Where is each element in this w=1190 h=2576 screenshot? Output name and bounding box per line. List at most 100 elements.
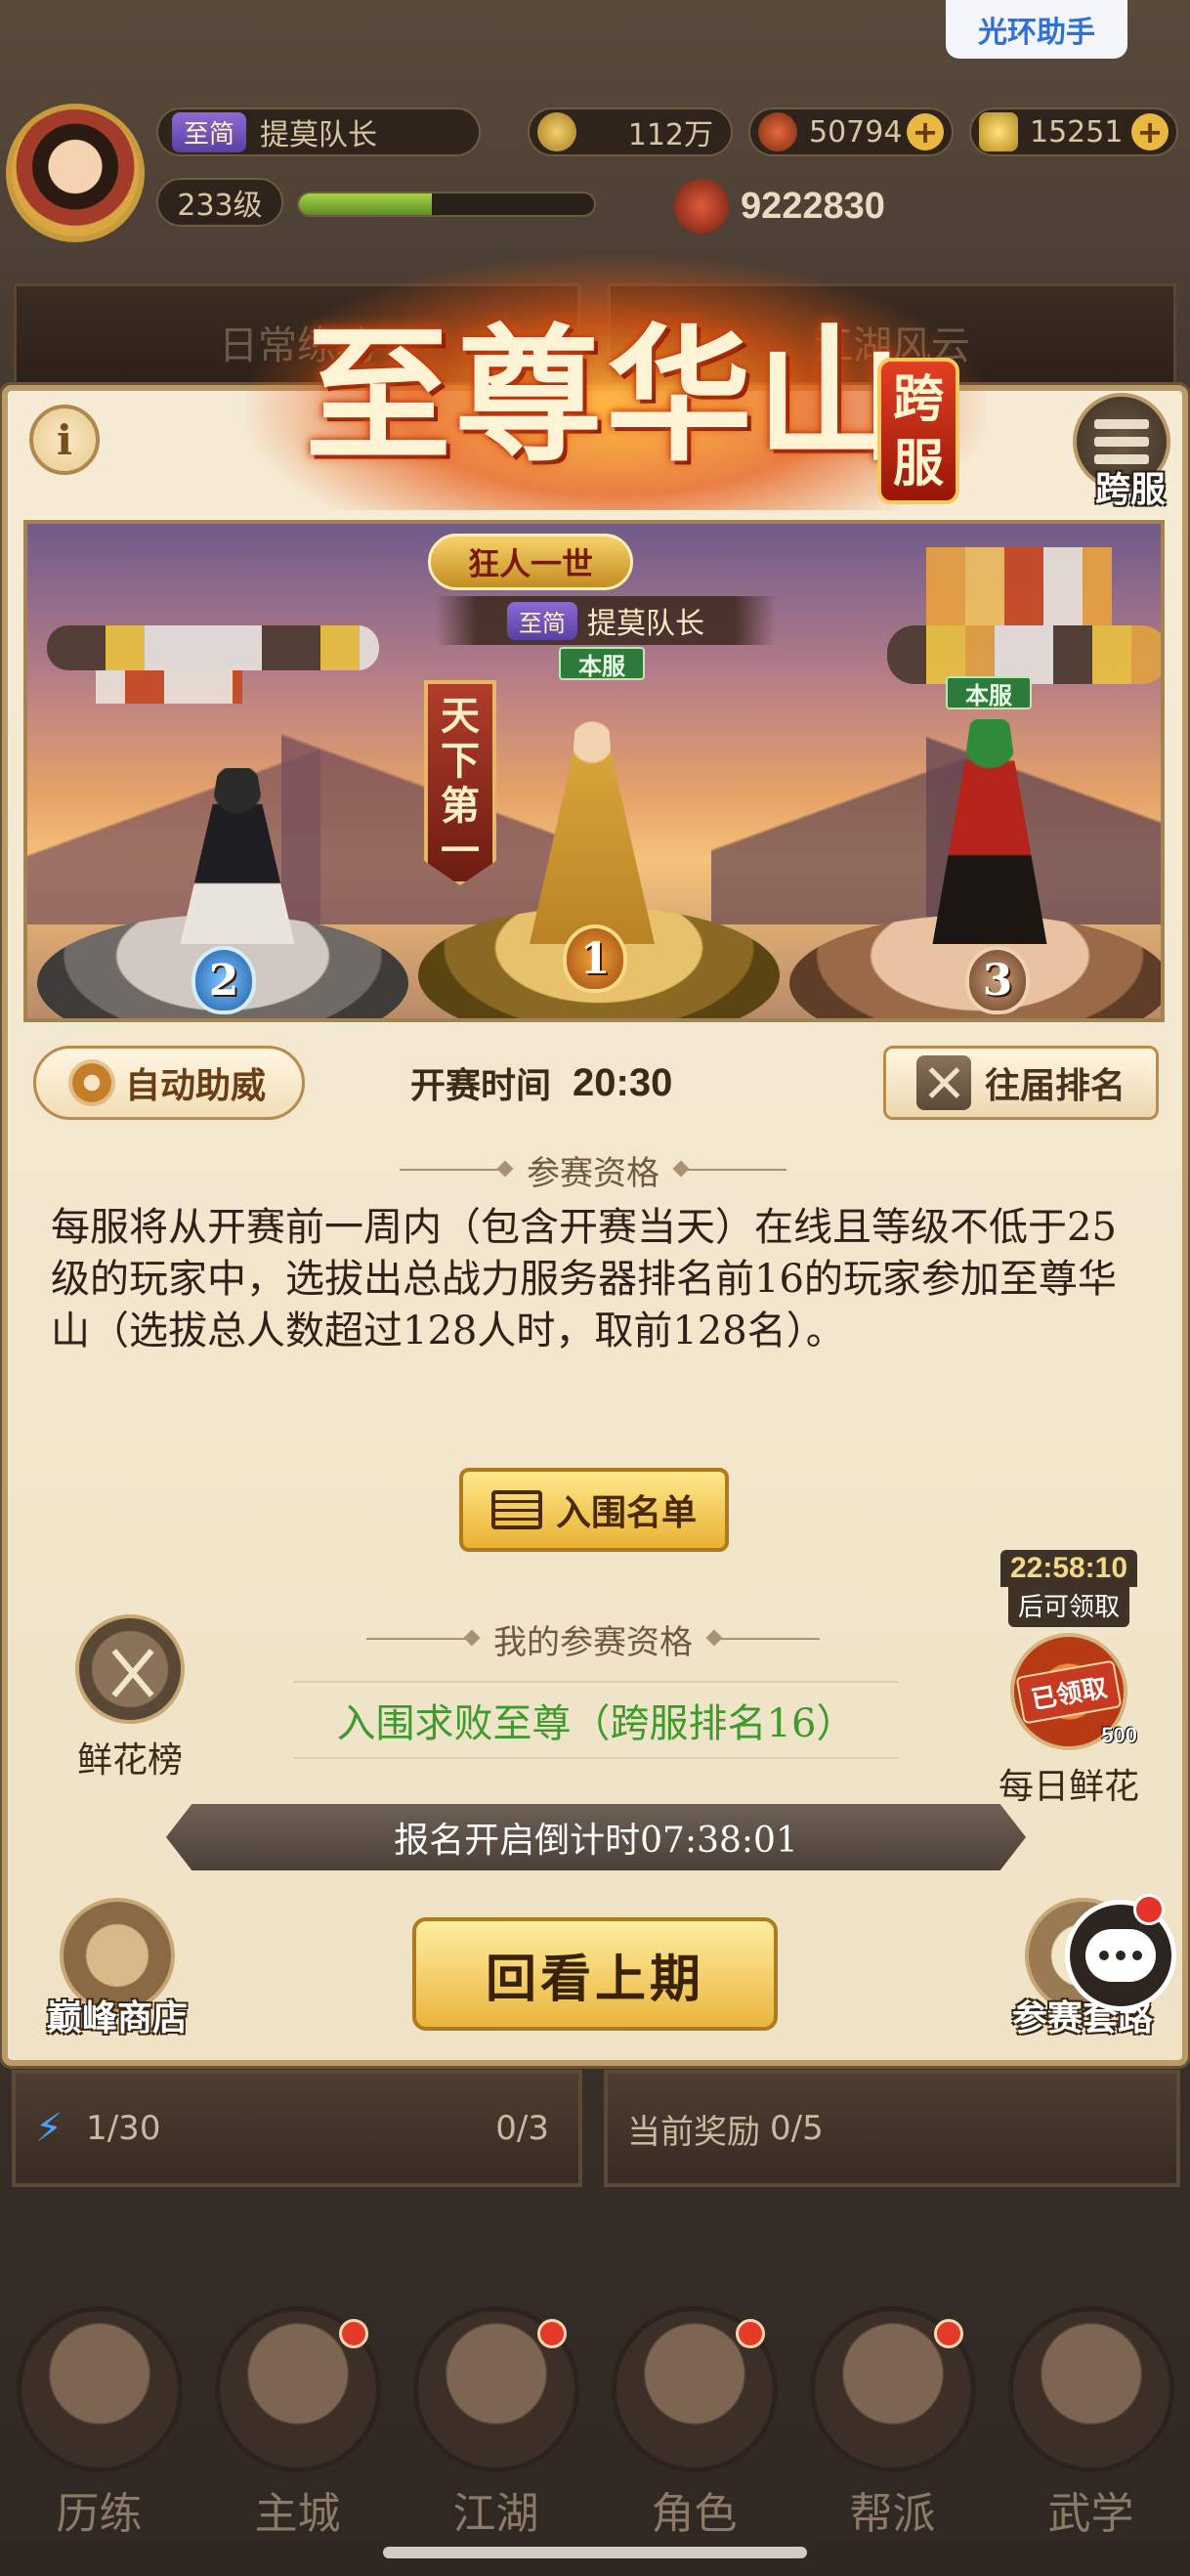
cross-server-button[interactable]: 跨服 [1073,393,1180,510]
nav-item-jianghu[interactable]: 江湖 [412,2306,579,2560]
nav-item-wuxue[interactable]: 武学 [1007,2306,1174,2560]
jianghu-icon [412,2306,579,2472]
bg-strip-right-label: 当前奖励 [627,2112,760,2152]
champion-arena: 狂人一世 至简 提莫队长 本服 本服 天下第一 1 2 3 [23,520,1165,1022]
player-top-bar: 至简 提莫队长 233级 112万 50794 + 15251 + 922283… [0,98,1190,244]
copper-coin-icon [537,112,576,151]
peak-shop-button[interactable]: 巅峰商店 [29,1898,205,2040]
combat-power: 9222830 [674,179,885,234]
number-one-banner: 天下第一 [424,680,496,885]
flower-ranking-button[interactable]: 鲜花榜 [57,1614,203,1782]
notification-dot [338,2319,368,2348]
bg-strip-right-count: 0/5 [770,2109,824,2148]
third-place-name-mosaic [887,625,1161,684]
rank-3-medal: 3 [965,946,1030,1014]
helper-button[interactable]: 光环助手 [946,0,1127,59]
list-icon [490,1490,542,1529]
energy-icon: ⚡ [35,2106,64,2151]
character-icon [611,2306,778,2472]
gold-value: 15251 [1030,114,1124,150]
bottom-navigation: 历练 主城 江湖 角色 帮派 武学 [0,2306,1190,2576]
nav-label-zhucheng: 主城 [254,2489,341,2539]
bg-strip-left: ⚡ 1/30 0/3 [12,2070,582,2187]
rank-2-medal: 2 [191,946,256,1014]
review-last-season-button[interactable]: 回看上期 [412,1917,778,2031]
flower-timer-suffix: 后可领取 [1007,1587,1129,1627]
rank-1-medal: 1 [563,924,627,993]
combat-power-value: 9222830 [741,185,885,227]
champion-title-plaque: 狂人一世 [428,534,633,590]
start-time-label: 开赛时间 [410,1065,552,1106]
ingot-icon [758,112,797,151]
nav-item-juese[interactable]: 角色 [611,2306,778,2560]
roster-label: 入围名单 [555,1492,697,1533]
nav-label-bangpai: 帮派 [849,2489,936,2539]
martial-arts-scroll-icon [1007,2306,1174,2472]
lilian-icon [16,2306,183,2472]
peak-shop-label: 巅峰商店 [46,1997,188,2039]
player-vip-tag: 至简 [172,111,247,152]
divider [679,1169,786,1171]
nav-label-lilian: 历练 [56,2489,143,2539]
past-rankings-button[interactable]: 往届排名 [883,1046,1159,1120]
match-start-time: 开赛时间 20:30 [410,1053,672,1112]
event-title-text: 至尊华山 [305,310,908,482]
nav-label-wuxue: 武学 [1047,2489,1134,2539]
crossed-swords-badge-icon [75,1614,185,1724]
flower-ranking-label: 鲜花榜 [76,1740,183,1781]
ingot-pill: 50794 + [748,107,954,156]
notification-dot [735,2319,765,2348]
copper-pill: 112万 [528,107,733,156]
auto-cheer-button[interactable]: 自动助威 [33,1046,305,1120]
divider [400,1169,507,1171]
daily-flower-button[interactable]: 22:58:10 后可领取 已领取 500 每日鲜花 [971,1550,1167,1809]
player-level: 233级 [156,178,283,227]
player-level-text: 233级 [177,189,263,223]
ingot-value: 50794 [809,114,903,150]
player-name: 提莫队长 [260,118,378,152]
event-title: 至尊华山 跨服 [244,256,987,510]
add-ingot-icon[interactable]: + [907,113,944,150]
first-place-server-tag: 本服 [559,647,645,680]
chat-icon [1085,1929,1156,1982]
flower-count: 500 [1101,1723,1137,1747]
qualification-header-text: 参赛资格 [527,1153,659,1193]
divider [366,1638,474,1640]
copper-value: 112万 [627,118,713,152]
auto-cheer-label: 自动助威 [124,1065,266,1106]
city-icon [214,2306,381,2472]
start-time-value: 20:30 [573,1060,673,1104]
third-place-title-mosaic [926,547,1112,625]
guild-icon [809,2306,976,2472]
first-place-nameplate[interactable]: 至简 提莫队长 [436,596,776,645]
player-avatar[interactable] [6,104,145,242]
info-icon[interactable]: i [29,405,100,475]
nav-label-jianghu: 江湖 [452,2489,539,2539]
gold-ingot-icon [979,112,1018,151]
second-place-name-mosaic [47,625,379,670]
cross-server-title-badge: 跨服 [877,358,959,504]
add-gold-icon[interactable]: + [1131,113,1169,150]
level-progress-bar [297,192,596,217]
chat-notification-dot [1133,1894,1165,1925]
title-badge-text: 跨服 [893,369,945,494]
notification-dot [933,2319,963,2348]
gold-pill: 15251 + [969,107,1178,156]
nav-item-lilian[interactable]: 历练 [16,2306,183,2560]
home-indicator[interactable] [383,2547,807,2558]
my-qualification-header-text: 我的参赛资格 [493,1622,693,1662]
past-rankings-label: 往届排名 [984,1065,1126,1106]
daily-flower-label: 每日鲜花 [998,1767,1139,1807]
level-progress-fill [299,193,432,215]
qualified-roster-button[interactable]: 入围名单 [459,1468,729,1552]
nav-label-juese: 角色 [651,2489,738,2539]
crossed-swords-icon [915,1055,971,1110]
bg-strip-left-count2: 0/3 [495,2109,549,2148]
qualification-rules: 每服将从开赛前一周内（包含开赛当天）在线且等级不低于25级的玩家中，选拔出总战力… [51,1205,1117,1353]
divider [712,1638,820,1640]
bg-strip-left-count: 1/30 [86,2109,161,2148]
second-place-server-mosaic [96,670,242,704]
first-place-name: 提莫队长 [587,607,704,641]
nav-item-zhucheng[interactable]: 主城 [214,2306,381,2560]
nav-item-bangpai[interactable]: 帮派 [809,2306,976,2560]
